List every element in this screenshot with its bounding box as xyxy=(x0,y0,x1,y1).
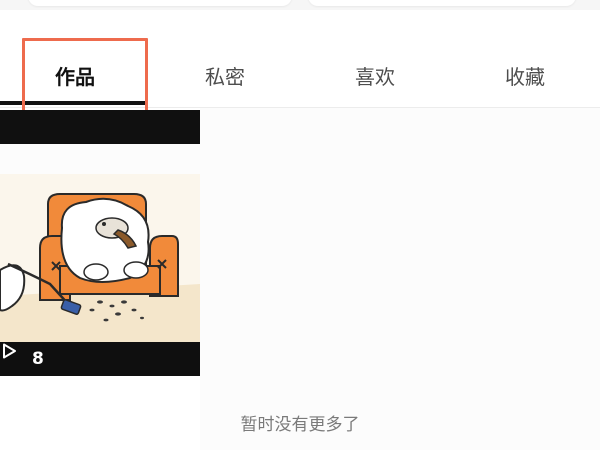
character-foot-left xyxy=(83,263,109,281)
video-thumbnail[interactable]: 8 xyxy=(0,174,200,376)
video-stats-bar: 8 xyxy=(0,342,200,376)
top-card-right[interactable] xyxy=(308,0,576,6)
play-icon xyxy=(3,343,16,359)
grid-empty-area xyxy=(200,108,600,450)
character-foot-right xyxy=(123,261,149,279)
grid-gap xyxy=(0,144,200,174)
top-card-left[interactable] xyxy=(28,0,292,6)
tab-favorites[interactable]: 收藏 xyxy=(470,64,580,90)
video-thumbnail-previous[interactable] xyxy=(0,110,200,144)
tab-likes[interactable]: 喜欢 xyxy=(320,64,430,90)
tab-private[interactable]: 私密 xyxy=(170,64,280,90)
thumbnail-footer-bar xyxy=(0,110,200,144)
character-eye xyxy=(102,222,106,226)
play-count: 8 xyxy=(32,349,44,369)
highlight-box xyxy=(22,38,148,114)
no-more-content-message: 暂时没有更多了 xyxy=(240,415,360,435)
